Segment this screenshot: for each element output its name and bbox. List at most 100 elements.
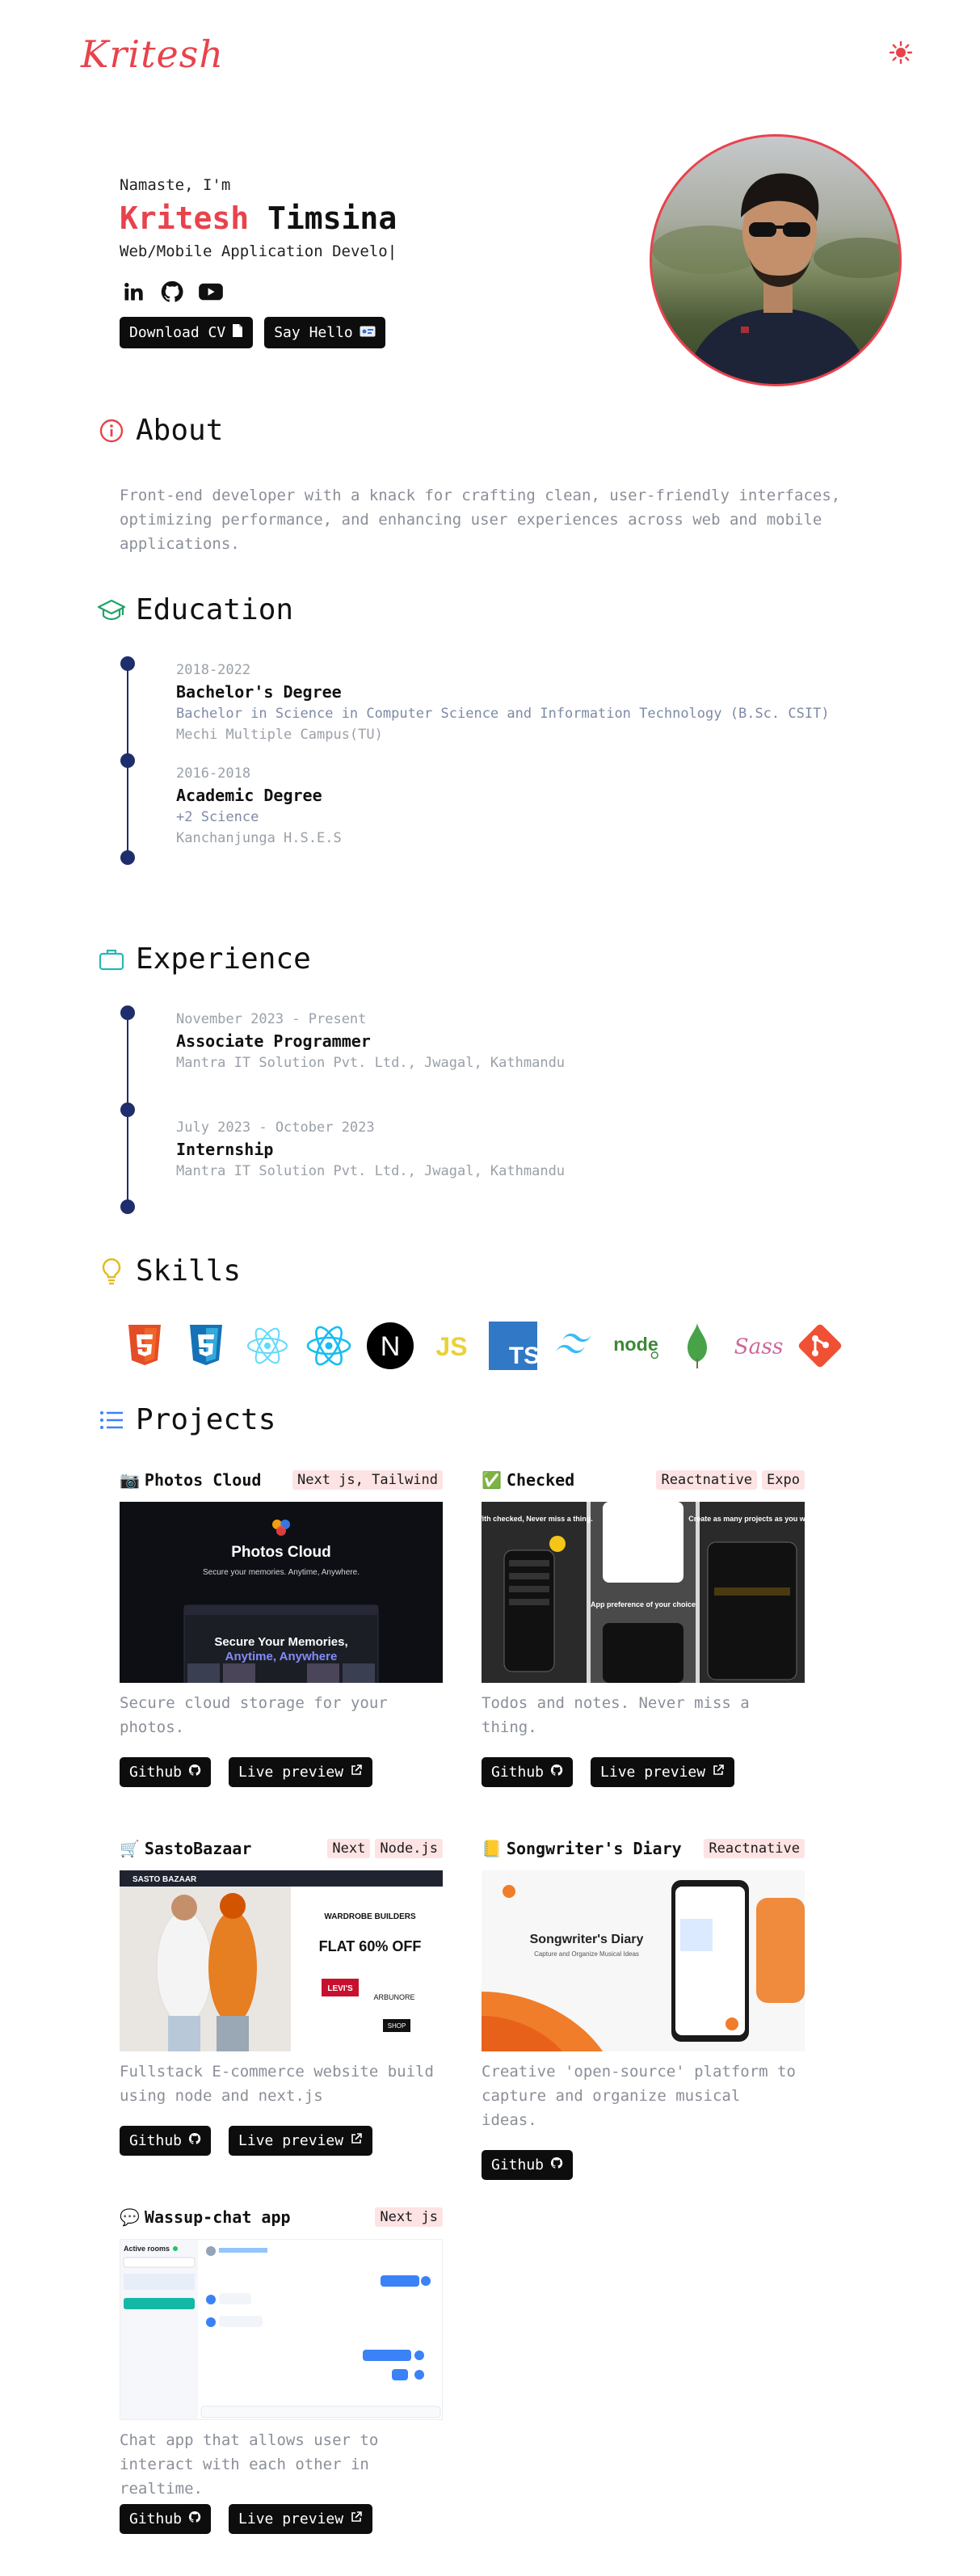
experience-company: Mantra IT Solution Pvt. Ltd., Jwagal, Ka…	[176, 1163, 566, 1179]
project-tags: Reactnative	[704, 1839, 805, 1858]
github-button[interactable]: Github	[482, 2150, 574, 2180]
github-button[interactable]: Github	[120, 2504, 212, 2534]
download-cv-button[interactable]: Download CV	[120, 317, 254, 348]
nodejs-icon: node	[611, 1321, 661, 1371]
education-date: 2018-2022	[176, 662, 251, 678]
github-icon[interactable]	[158, 278, 186, 306]
shot-hero-2: Anytime, Anywhere	[225, 1650, 338, 1663]
project-card-sastobazaar: 🛒 SastoBazaar Next Node.js SASTO BAZAAR …	[120, 1836, 443, 2156]
timeline-dot	[120, 1006, 135, 1020]
js-label: JS	[435, 1332, 467, 1361]
linkedin-icon[interactable]	[120, 278, 147, 306]
live-preview-button[interactable]: Live preview	[229, 1757, 373, 1787]
education-program: Bachelor in Science in Computer Science …	[176, 706, 830, 722]
project-screenshot: SASTO BAZAAR WARDROBE BUILDERS FLAT 60% …	[120, 1870, 443, 2051]
experience-role: Associate Programmer	[176, 1031, 371, 1051]
sass-icon: Sass	[734, 1321, 784, 1371]
say-hello-button[interactable]: Say Hello	[264, 317, 385, 348]
shot-rooms: Active rooms	[124, 2245, 170, 2253]
project-header: ✅ Checked Reactnative Expo	[482, 1468, 805, 1492]
timeline-dot	[120, 850, 135, 865]
project-tag: Next js	[375, 2207, 443, 2227]
external-link-icon	[712, 1764, 725, 1781]
download-cv-label: Download CV	[129, 324, 226, 341]
project-actions: Github Live preview	[120, 2126, 443, 2156]
github-label: Github	[129, 2132, 183, 2149]
project-card-checked: ✅ Checked Reactnative Expo With checked,…	[482, 1468, 805, 1787]
project-actions: Github	[482, 2150, 805, 2180]
github-button[interactable]: Github	[482, 1757, 574, 1787]
experience-date: November 2023 - Present	[176, 1011, 367, 1027]
education-item: 2016-2018 Academic Degree +2 Science Kan…	[176, 763, 903, 849]
project-name: SastoBazaar	[144, 1839, 252, 1858]
project-actions: Github Live preview	[482, 1757, 805, 1787]
project-title: 📷 Photos Cloud	[120, 1470, 261, 1490]
react-icon	[242, 1321, 292, 1371]
social-links	[120, 278, 225, 306]
shot-subtitle: Secure your memories. Anytime, Anywhere.	[203, 1568, 360, 1577]
project-header: 💬 Wassup-chat app Next js	[120, 2205, 443, 2229]
info-icon	[97, 416, 126, 445]
shot-headline: WARDROBE BUILDERS	[324, 1912, 416, 1921]
shot-panel-1: With checked, Never miss a thing.	[482, 1515, 593, 1523]
youtube-icon[interactable]	[197, 278, 225, 306]
experience-item: November 2023 - Present Associate Progra…	[176, 1009, 903, 1073]
nextjs-letter: N	[381, 1331, 401, 1362]
github-button[interactable]: Github	[120, 1757, 212, 1787]
projects-heading: Projects	[97, 1403, 275, 1436]
education-institution: Mechi Multiple Campus(TU)	[176, 727, 383, 743]
camera-icon: 📷	[120, 1470, 140, 1490]
education-title: Education	[136, 593, 294, 626]
education-degree: Academic Degree	[176, 786, 322, 805]
profile-photo	[650, 134, 902, 386]
live-preview-label: Live preview	[238, 2511, 344, 2528]
document-icon	[232, 323, 243, 342]
skills-list: N JS TS node Sass	[120, 1321, 845, 1371]
site-logo[interactable]: Kritesh	[81, 32, 224, 76]
project-name: Photos Cloud	[144, 1470, 262, 1490]
github-button[interactable]: Github	[120, 2126, 212, 2156]
shopping-cart-icon: 🛒	[120, 1839, 140, 1858]
project-actions: Github Live preview	[120, 1757, 443, 1787]
typescript-icon: TS	[488, 1321, 538, 1371]
external-link-icon	[350, 2511, 363, 2528]
id-card-icon	[360, 324, 376, 341]
education-date: 2016-2018	[176, 765, 251, 782]
nextjs-icon: N	[365, 1321, 415, 1371]
list-icon	[97, 1406, 126, 1435]
experience-company: Mantra IT Solution Pvt. Ltd., Jwagal, Ka…	[176, 1055, 566, 1071]
project-tag: Next	[327, 1839, 371, 1858]
project-title: 📒 Songwriter's Diary	[482, 1839, 682, 1858]
project-tag: Node.js	[375, 1839, 443, 1858]
live-preview-button[interactable]: Live preview	[229, 2504, 373, 2534]
project-description: Todos and notes. Never miss a thing.	[482, 1694, 750, 1736]
experience-item: July 2023 - October 2023 Internship Mant…	[176, 1117, 903, 1182]
education-heading: Education	[97, 593, 293, 626]
git-icon	[795, 1321, 845, 1371]
github-label: Github	[491, 2157, 545, 2173]
github-icon	[188, 1764, 201, 1781]
timeline-dot	[120, 656, 135, 671]
timeline-dot	[120, 753, 135, 768]
project-name: Checked	[506, 1470, 575, 1490]
timeline-dot	[120, 1199, 135, 1214]
project-screenshot: Songwriter's Diary Capture and Organize …	[482, 1870, 805, 2051]
skills-heading: Skills	[97, 1254, 241, 1288]
hero-actions: Download CV Say Hello	[120, 317, 385, 348]
hero-role: Web/Mobile Application Develo	[120, 242, 397, 260]
shot-offer: FLAT 60% OFF	[319, 1938, 422, 1954]
live-preview-label: Live preview	[238, 2132, 344, 2149]
tailwind-icon	[549, 1321, 599, 1371]
experience-title: Experience	[136, 942, 311, 976]
project-screenshot: Active rooms	[120, 2239, 443, 2420]
speech-bubble-icon: 💬	[120, 2207, 140, 2227]
shot-subtitle: Capture and Organize Musical Ideas	[534, 1950, 639, 1958]
live-preview-button[interactable]: Live preview	[591, 1757, 735, 1787]
project-description: Chat app that allows user to interact wi…	[120, 2431, 379, 2498]
live-preview-button[interactable]: Live preview	[229, 2126, 373, 2156]
education-program: +2 Science	[176, 809, 259, 825]
about-text: Front-end developer with a knack for cra…	[120, 487, 841, 553]
experience-heading: Experience	[97, 942, 311, 976]
shot-shop: SHOP	[388, 2022, 406, 2030]
sun-icon[interactable]	[887, 39, 915, 66]
